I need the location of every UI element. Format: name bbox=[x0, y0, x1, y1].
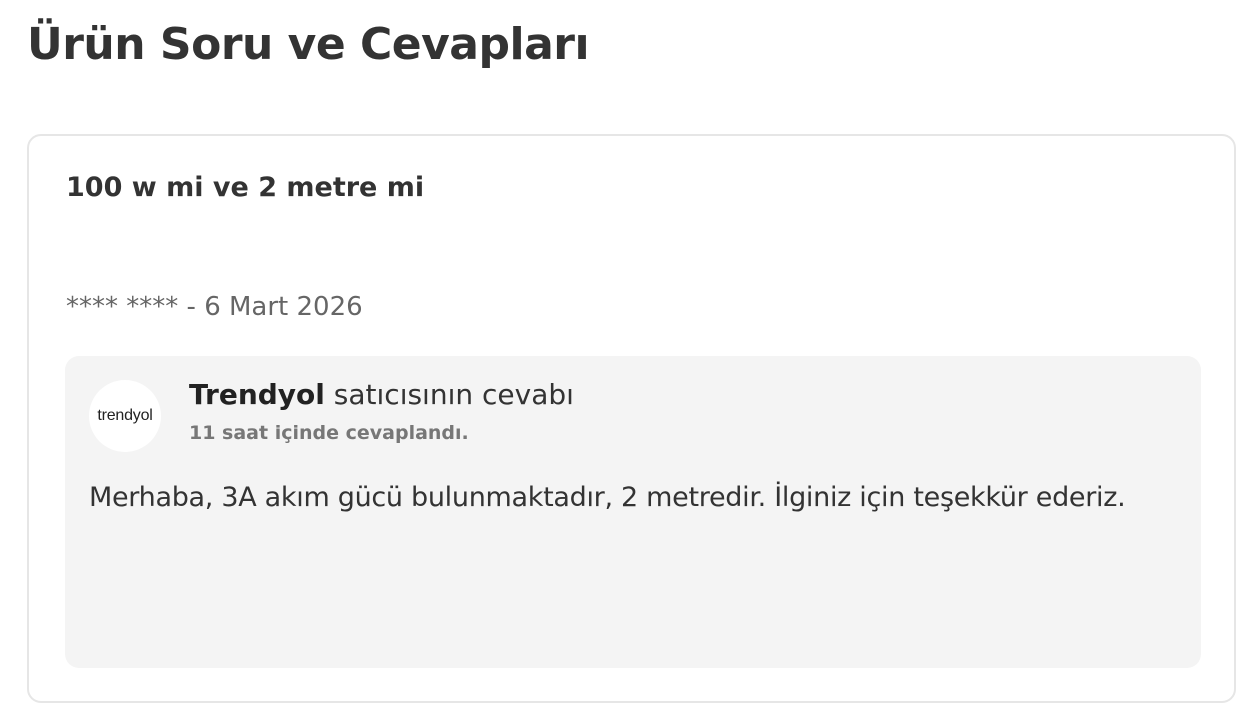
seller-answer-box: trendyol Trendyol satıcısının cevabı 11 … bbox=[65, 356, 1201, 668]
question-card: 100 w mi ve 2 metre mi **** **** - 6 Mar… bbox=[27, 134, 1236, 703]
seller-suffix: satıcısının cevabı bbox=[324, 378, 574, 411]
page-title: Ürün Soru ve Cevapları bbox=[27, 19, 590, 70]
answer-text: Merhaba, 3A akım gücü bulunmaktadır, 2 m… bbox=[89, 482, 1126, 513]
trendyol-logo-icon: trendyol bbox=[97, 407, 153, 424]
meta-separator: - bbox=[178, 292, 205, 322]
question-text: 100 w mi ve 2 metre mi bbox=[66, 172, 425, 203]
question-meta: **** **** - 6 Mart 2026 bbox=[66, 292, 363, 322]
answer-time: 11 saat içinde cevaplandı. bbox=[189, 422, 469, 444]
seller-name-link[interactable]: Trendyol bbox=[189, 378, 325, 411]
question-author: **** **** bbox=[66, 292, 179, 322]
seller-heading: Trendyol satıcısının cevabı bbox=[189, 378, 574, 411]
seller-avatar[interactable]: trendyol bbox=[89, 380, 161, 452]
question-date: 6 Mart 2026 bbox=[204, 292, 363, 322]
